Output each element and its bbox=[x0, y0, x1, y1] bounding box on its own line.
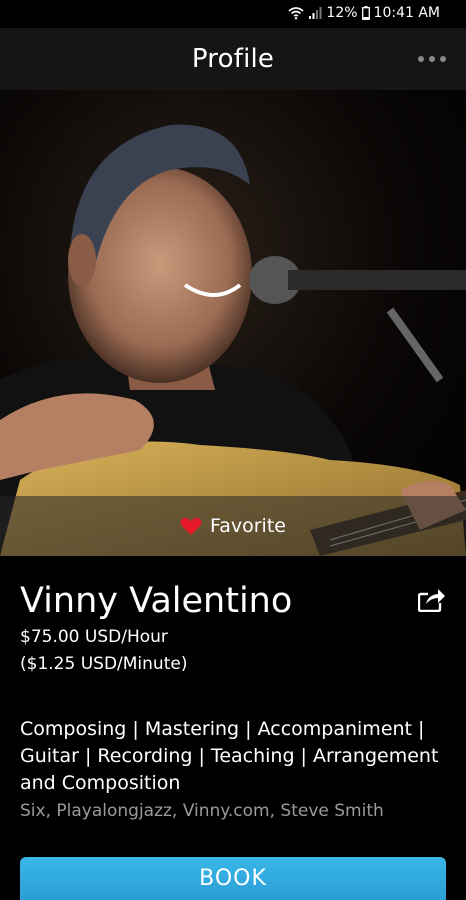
favorite-button[interactable]: Favorite bbox=[0, 496, 466, 556]
more-dot-icon bbox=[429, 56, 435, 62]
book-button[interactable]: BOOK bbox=[20, 857, 446, 900]
favorite-label: Favorite bbox=[210, 515, 286, 537]
battery-icon bbox=[361, 6, 370, 20]
profile-photo: Favorite bbox=[0, 90, 466, 556]
clock: 10:41 AM bbox=[373, 5, 440, 21]
minute-rate: ($1.25 USD/Minute) bbox=[20, 654, 188, 674]
app-header: Profile bbox=[0, 28, 466, 90]
share-button[interactable] bbox=[417, 586, 446, 616]
wifi-icon bbox=[288, 7, 304, 20]
page-title: Profile bbox=[191, 44, 275, 74]
more-dot-icon bbox=[440, 56, 446, 62]
credits-list: Six, Playalongjazz, Vinny.com, Steve Smi… bbox=[20, 801, 384, 821]
status-indicators: 12% 10:41 AM bbox=[288, 5, 440, 21]
hourly-rate: $75.00 USD/Hour bbox=[20, 627, 168, 647]
profile-info: Vinny Valentino $75.00 USD/Hour ($1.25 U… bbox=[20, 578, 446, 678]
signal-icon bbox=[309, 7, 322, 19]
skills-list: Composing | Mastering | Accompaniment | … bbox=[20, 718, 439, 794]
profile-photo-illustration bbox=[0, 124, 466, 556]
share-icon bbox=[417, 589, 445, 613]
heart-icon bbox=[180, 517, 202, 535]
battery-percent: 12% bbox=[326, 5, 358, 21]
more-dot-icon bbox=[418, 56, 424, 62]
more-options-button[interactable] bbox=[418, 54, 446, 64]
status-bar: 12% 10:41 AM bbox=[0, 0, 466, 28]
artist-name: Vinny Valentino bbox=[20, 581, 293, 621]
